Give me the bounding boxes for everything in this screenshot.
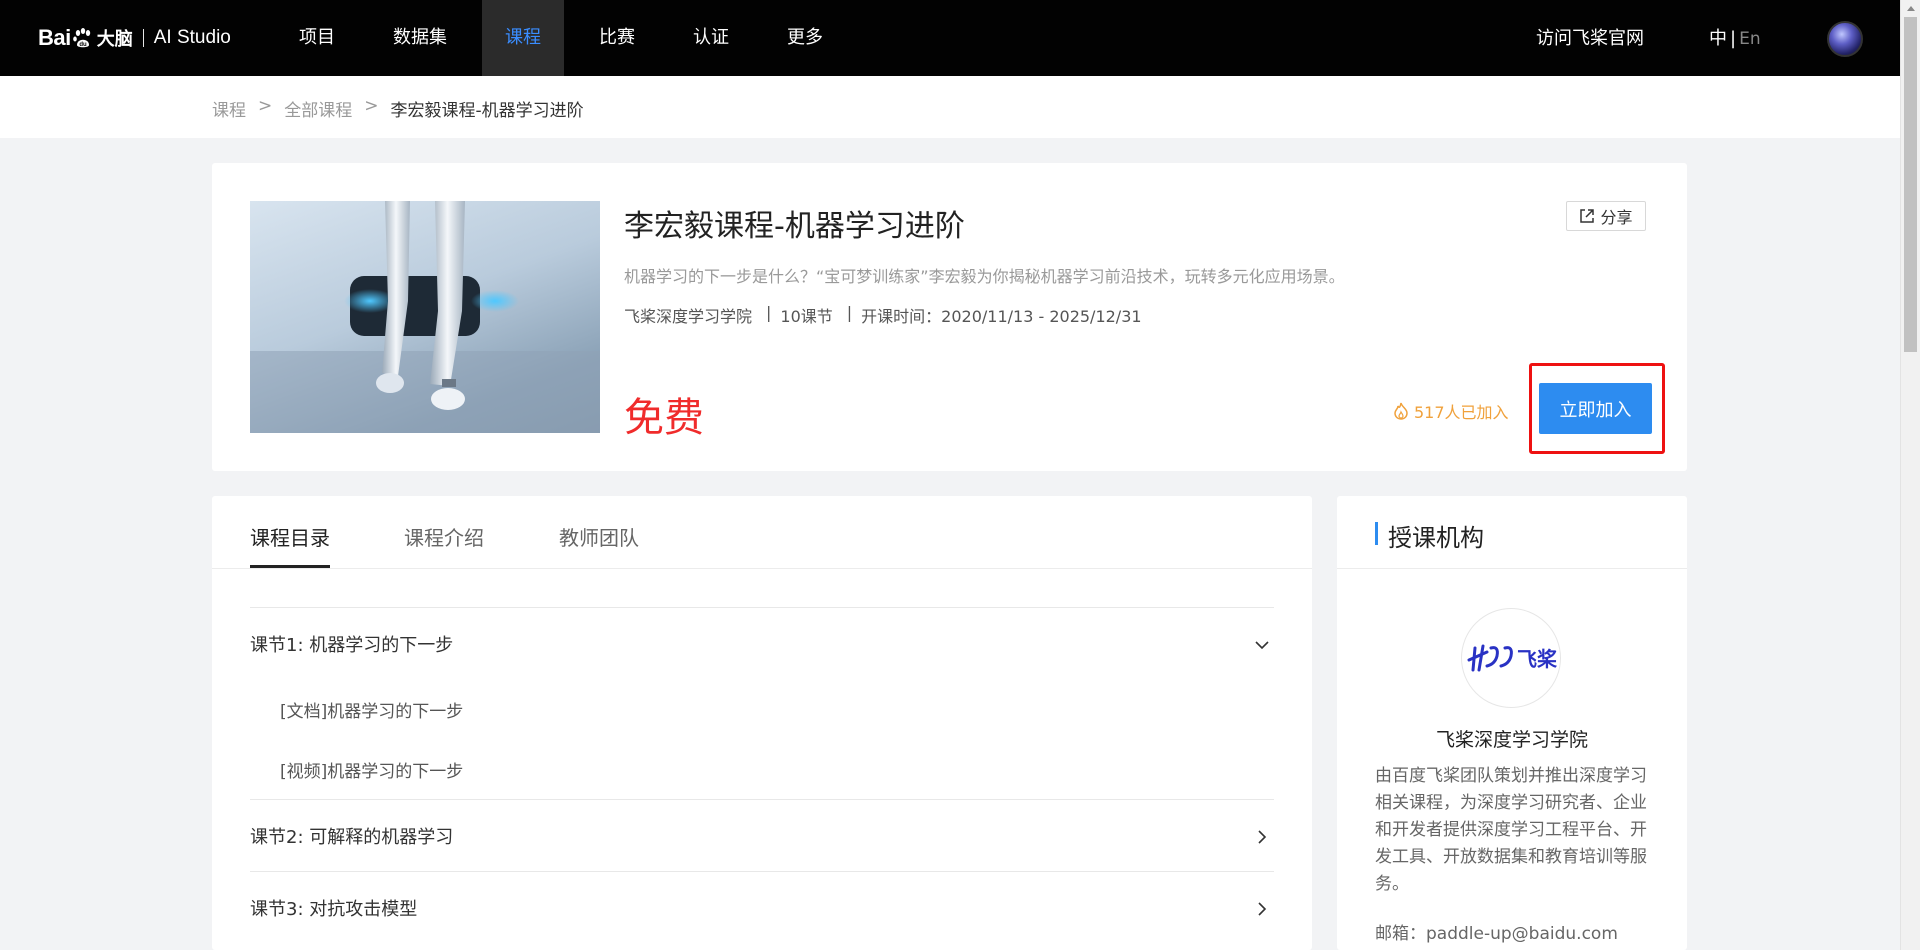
page-scrollbar[interactable] [1900, 0, 1920, 950]
nav-item-courses[interactable]: 课程 [482, 0, 564, 76]
robot-legs-illustration [250, 201, 600, 433]
course-period: 开课时间：2020/11/13 - 2025/12/31 [861, 307, 1142, 326]
logo-divider [142, 29, 144, 47]
lesson-title: 课节3: 对抗攻击模型 [250, 898, 418, 920]
lesson-list: 课节1: 机器学习的下一步 [文档]机器学习的下一步 [视频]机器学习的下一步 … [250, 607, 1274, 943]
course-meta: 飞桨深度学习学院 | 10课节 | 开课时间：2020/11/13 - 2025… [624, 303, 1142, 327]
language-switcher: 中 | En [1709, 0, 1761, 78]
share-button[interactable]: 分享 [1566, 201, 1646, 231]
institution-logo[interactable]: 飞桨 [1461, 608, 1561, 708]
svg-text:du: du [79, 42, 87, 48]
baidu-paw-icon: du [72, 28, 90, 48]
heading-accent-bar [1375, 522, 1378, 545]
logo-danao-text: 大脑 [96, 29, 133, 50]
logo-bai-text: Bai [38, 25, 71, 50]
course-lesson-count: 10课节 [780, 307, 833, 326]
course-header-card: 李宏毅课程-机器学习进阶 分享 机器学习的下一步是什么？“宝可梦训练家”李宏毅为… [212, 163, 1687, 471]
lang-zh-option[interactable]: 中 [1709, 28, 1727, 49]
course-price: 免费 [624, 395, 704, 441]
nav-item-projects[interactable]: 项目 [276, 0, 358, 76]
breadcrumb-all-courses[interactable]: 全部课程 [284, 96, 352, 121]
course-cover-image [250, 201, 600, 433]
lesson-title: 课节2: 可解释的机器学习 [250, 826, 454, 848]
scroll-up-arrow-icon[interactable] [1907, 6, 1915, 11]
meta-separator: | [766, 303, 772, 322]
lang-en-option[interactable]: En [1739, 29, 1761, 49]
join-now-button[interactable]: 立即加入 [1539, 383, 1652, 434]
svg-text:飞桨: 飞桨 [1517, 647, 1557, 671]
lesson-row[interactable]: 课节2: 可解释的机器学习 [250, 799, 1274, 871]
share-external-icon [1580, 209, 1595, 223]
nav-item-more[interactable]: 更多 [764, 0, 846, 76]
scrollbar-thumb[interactable] [1904, 17, 1917, 352]
active-tab-indicator [250, 565, 330, 568]
lesson-item[interactable]: [视频]机器学习的下一步 [250, 739, 1274, 799]
institution-heading: 授课机构 [1388, 524, 1484, 552]
chevron-down-icon[interactable] [1254, 637, 1270, 653]
chevron-right-icon[interactable] [1254, 829, 1270, 845]
breadcrumb-separator: > [258, 96, 273, 116]
chevron-right-icon[interactable] [1254, 901, 1270, 917]
tab-introduction[interactable]: 课程介绍 [404, 522, 484, 551]
flame-icon [1394, 402, 1408, 420]
nav-item-certification[interactable]: 认证 [670, 0, 752, 76]
course-description: 机器学习的下一步是什么？“宝可梦训练家”李宏毅为你揭秘机器学习前沿技术，玩转多元… [624, 267, 1345, 286]
main-nav: 项目 数据集 课程 比赛 认证 更多 [276, 0, 858, 76]
nav-item-competitions[interactable]: 比赛 [576, 0, 658, 76]
lesson-row[interactable]: 课节3: 对抗攻击模型 [250, 871, 1274, 943]
joined-count: 517人已加入 [1393, 399, 1509, 423]
lesson-item[interactable]: [文档]机器学习的下一步 [250, 679, 1274, 739]
lesson-title: 课节1: 机器学习的下一步 [250, 634, 454, 656]
breadcrumb-current: 李宏毅课程-机器学习进阶 [390, 101, 584, 121]
course-title: 李宏毅课程-机器学习进阶 [624, 209, 965, 244]
breadcrumb-separator: > [364, 96, 379, 116]
institution-description: 由百度飞桨团队策划并推出深度学习相关课程，为深度学习研究者、企业和开发者提供深度… [1375, 766, 1647, 894]
lesson-row[interactable]: 课节1: 机器学习的下一步 [250, 607, 1274, 679]
meta-separator: | [846, 303, 853, 322]
user-avatar[interactable] [1827, 21, 1863, 57]
breadcrumb-courses[interactable]: 课程 [212, 96, 246, 121]
share-label: 分享 [1600, 208, 1633, 227]
visit-paddle-link[interactable]: 访问飞桨官网 [1536, 0, 1644, 78]
institution-card: 授课机构 飞桨 飞桨深度学习学院 由百度飞桨团队策划并推出深度学习相关课程，为深… [1337, 496, 1687, 950]
baidu-ai-studio-logo[interactable]: Bai du 大脑 AI Studio [38, 22, 231, 54]
breadcrumb: 课程 > 全部课程 > 李宏毅课程-机器学习进阶 [212, 96, 584, 121]
breadcrumb-bar: 课程 > 全部课程 > 李宏毅课程-机器学习进阶 [0, 76, 1900, 138]
institution-header: 授课机构 [1337, 496, 1687, 569]
course-institution: 飞桨深度学习学院 [624, 307, 753, 326]
top-navbar: Bai du 大脑 AI Studio 项目 数据集 课程 比赛 认证 更多 访… [0, 0, 1900, 76]
nav-item-datasets[interactable]: 数据集 [370, 0, 470, 76]
logo-studio-text: AI Studio [153, 27, 231, 48]
institution-name: 飞桨深度学习学院 [1435, 729, 1588, 751]
joined-count-label: 517人已加入 [1414, 403, 1509, 422]
institution-email: 邮箱：paddle-up@baidu.com [1375, 924, 1618, 944]
tab-teachers[interactable]: 教师团队 [559, 522, 639, 551]
tab-catalog[interactable]: 课程目录 [250, 522, 330, 551]
course-tabs: 课程目录 课程介绍 教师团队 [212, 496, 1312, 569]
lang-separator: | [1730, 28, 1737, 49]
course-content-card: 课程目录 课程介绍 教师团队 课节1: 机器学习的下一步 [文档]机器学习的下一… [212, 496, 1312, 950]
paddle-logo-icon: 飞桨 [1467, 644, 1557, 672]
